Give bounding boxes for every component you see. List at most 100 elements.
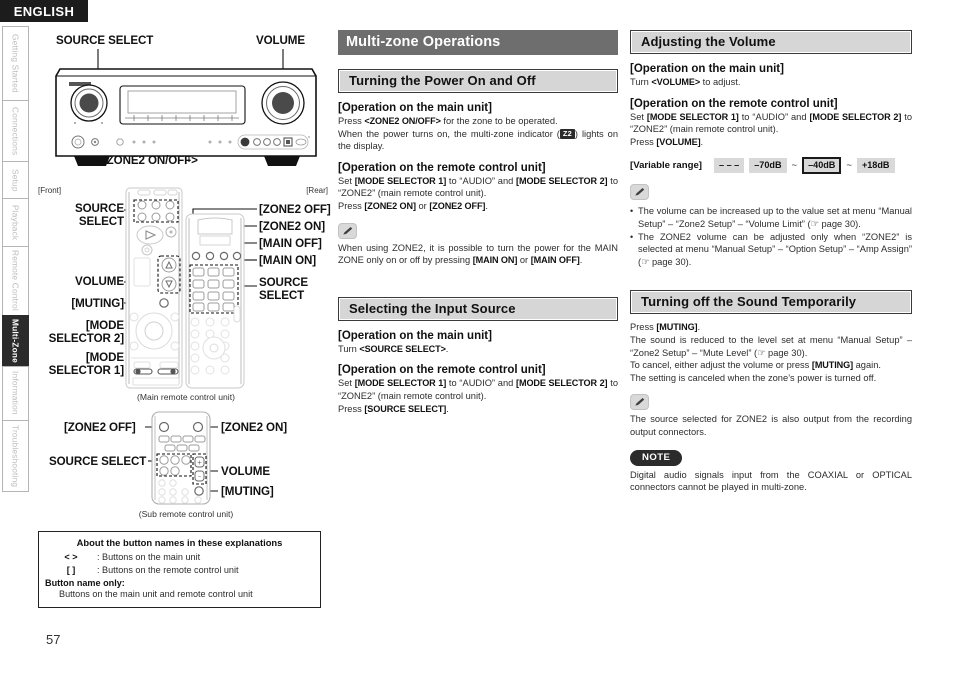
multi-zone-indicator-badge: Z2	[559, 128, 575, 139]
legend-subtitle: Button name only:	[45, 578, 125, 588]
sidebar-item-label: Setup	[10, 168, 21, 192]
text-fragment: .	[700, 136, 704, 147]
sidebar-item-multi-zone[interactable]: Multi-Zone	[2, 314, 29, 366]
power-main-unit-line-2: When the power turns on, the multi-zone …	[338, 128, 618, 153]
operation-heading-main-unit: [Operation on the main unit]	[338, 102, 492, 114]
range-tilde: ~	[791, 160, 798, 172]
front-panel-diagram: SOURCE SELECT VOLUME <ZONE2 ON/OFF>	[38, 30, 334, 180]
button-name: [MUTING]	[811, 360, 854, 371]
operation-heading-remote-unit: [Operation on the remote control unit]	[338, 161, 546, 174]
volume-remote-line-2: Press [VOLUME].	[630, 136, 912, 149]
sub-remote-caption: (Sub remote control unit)	[138, 509, 234, 519]
pencil-icon	[338, 222, 357, 239]
note-badge: NOTE	[630, 449, 683, 466]
range-chip-off: – – –	[713, 158, 745, 174]
list-item: The volume can be increased up to the va…	[630, 205, 912, 230]
sub-remote-diagram: [ZONE2 OFF] [ZONE2 ON] SOURCE SELECT VOL…	[38, 407, 334, 519]
legend-last-line: Buttons on the main unit and remote cont…	[59, 589, 253, 599]
sidebar-item-information[interactable]: Information	[2, 365, 29, 420]
variable-range-label: [Variable range]	[630, 160, 702, 172]
text-fragment: Set	[338, 378, 355, 389]
power-memo-text: When using ZONE2, it is possible to turn…	[338, 242, 618, 267]
text-fragment: or	[517, 255, 531, 266]
button-name: [ZONE2 OFF]	[429, 200, 486, 211]
page-title: Multi-zone Operations	[338, 30, 618, 55]
callout-zone2-onoff: <ZONE2 ON/OFF>	[100, 154, 198, 167]
svg-text:–: –	[198, 474, 201, 481]
svg-text:+: +	[197, 460, 202, 467]
range-chip-max: +18dB	[856, 158, 895, 174]
button-name-legend: About the button names in these explanat…	[38, 531, 321, 608]
muting-line-4: The setting is canceled when the zone’s …	[630, 372, 877, 383]
section-heading-input-source: Selecting the Input Source	[338, 296, 618, 321]
muting-line-3: To cancel, either adjust the volume or p…	[630, 359, 912, 372]
language-tag: ENGLISH	[0, 0, 88, 22]
sidebar-item-getting-started[interactable]: Getting Started	[2, 26, 29, 100]
range-chip-default: –40dB	[802, 157, 842, 175]
operation-heading-main-unit: [Operation on the main unit]	[338, 329, 492, 342]
muting-note-text: Digital audio signals input from the COA…	[630, 469, 912, 493]
text-fragment: Press	[630, 322, 657, 333]
muting-memo-text: The source selected for ZONE2 is also ou…	[630, 414, 912, 437]
button-name: [MAIN ON]	[472, 255, 518, 266]
text-fragment: or	[415, 200, 430, 211]
button-name: [MODE SELECTOR 2]	[809, 111, 902, 122]
sidebar-item-label: Multi-Zone	[10, 318, 21, 363]
text-fragment: .	[446, 403, 449, 414]
sidebar-item-remote-control[interactable]: Remote Control	[2, 245, 29, 315]
operation-heading-remote-unit: [Operation on the remote control unit]	[338, 364, 546, 377]
text-fragment: Press	[338, 116, 365, 126]
pencil-icon	[630, 184, 649, 201]
muting-line-2: The sound is reduced to the level set at…	[630, 334, 912, 358]
legend-symbol: [ ]	[66, 564, 76, 575]
left-column: SOURCE SELECT VOLUME <ZONE2 ON/OFF> [Fro…	[38, 30, 334, 608]
button-name: <ZONE2 ON/OFF>	[364, 116, 441, 126]
power-remote-line-2: Press [ZONE2 ON] or [ZONE2 OFF].	[338, 200, 618, 213]
text-fragment: Set	[630, 111, 647, 122]
power-main-unit-line-1: Press <ZONE2 ON/OFF> for the zone to be …	[338, 115, 618, 128]
text-fragment: .	[445, 343, 449, 354]
section-heading-volume: Adjusting the Volume	[630, 30, 912, 54]
sidebar-item-label: Playback	[10, 204, 21, 241]
sidebar-item-setup[interactable]: Setup	[2, 161, 29, 199]
sidebar-item-label: Remote Control	[10, 250, 21, 312]
text-fragment: to “AUDIO” and	[446, 378, 517, 389]
text-fragment: to adjust.	[700, 77, 741, 87]
range-tilde: ~	[846, 160, 852, 172]
button-name: [MUTING]	[656, 322, 698, 333]
muting-line-1: Press [MUTING].	[630, 321, 912, 334]
sidebar-item-label: Troubleshooting	[10, 424, 21, 487]
sub-remote-illustration: + –	[145, 411, 218, 505]
sidebar-item-connections[interactable]: Connections	[2, 99, 29, 162]
input-source-remote-line-2: Press [SOURCE SELECT].	[338, 403, 618, 416]
text-fragment: Set	[338, 175, 355, 186]
text-fragment: for the zone to be operated.	[440, 116, 558, 126]
variable-range-row: [Variable range] – – – –70dB ~ –40dB ~ +…	[630, 157, 912, 175]
text-fragment: When the power turns on, the multi-zone …	[338, 128, 560, 139]
text-fragment: To cancel, either adjust the volume or p…	[630, 360, 812, 371]
text-fragment: Turn	[630, 77, 652, 87]
legend-text: : Buttons on the remote control unit	[97, 564, 239, 575]
main-remote-caption: (Main remote control unit)	[137, 392, 235, 402]
button-name: <SOURCE SELECT>	[359, 343, 446, 354]
sidebar-item-playback[interactable]: Playback	[2, 198, 29, 246]
chapter-tab-strip: Getting Started Connections Setup Playba…	[2, 26, 29, 493]
text-fragment: .	[579, 255, 583, 266]
list-item: The ZONE2 volume can be adjusted only wh…	[630, 231, 912, 269]
button-name: [MODE SELECTOR 1]	[354, 378, 447, 389]
middle-column: Multi-zone Operations Turning the Power …	[338, 30, 618, 415]
text-fragment: to “AUDIO” and	[446, 175, 517, 186]
button-name: [MODE SELECTOR 2]	[516, 378, 608, 389]
sidebar-item-troubleshooting[interactable]: Troubleshooting	[2, 419, 29, 493]
text-fragment: .	[485, 200, 488, 211]
legend-row: < > : Buttons on the main unit	[45, 551, 314, 564]
sidebar-item-label: Information	[10, 371, 21, 416]
legend-text: : Buttons on the main unit	[97, 552, 201, 562]
right-column: Adjusting the Volume [Operation on the m…	[630, 30, 912, 494]
button-name: [MODE SELECTOR 1]	[646, 111, 739, 122]
button-name: [MAIN OFF]	[530, 255, 580, 266]
volume-remote-line-1: Set [MODE SELECTOR 1] to “AUDIO” and [MO…	[630, 111, 912, 136]
main-remote-illustration	[124, 187, 257, 389]
text-fragment: Press	[338, 200, 365, 211]
volume-memo-list: The volume can be increased up to the va…	[630, 205, 912, 268]
